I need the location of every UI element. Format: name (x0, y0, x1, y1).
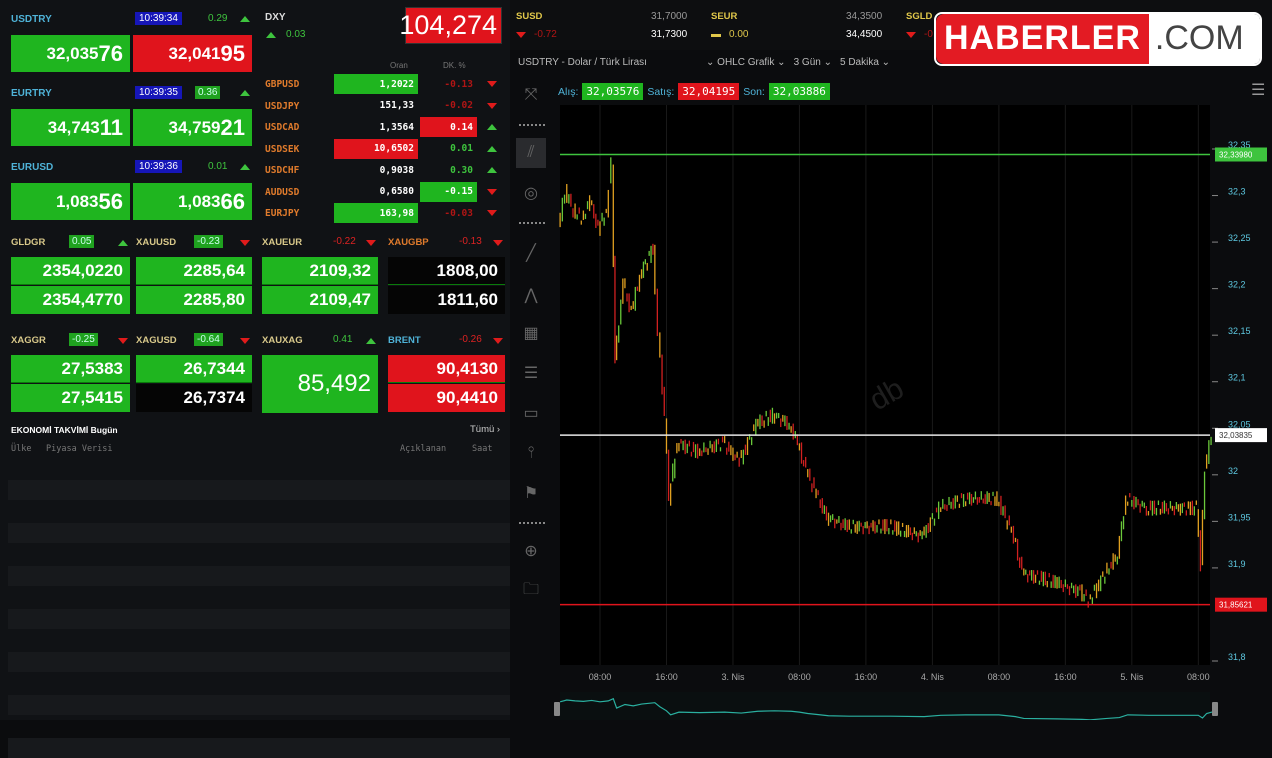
y-tick-label: 31,8 (1228, 652, 1246, 662)
y-tick-label: 31,9 (1228, 559, 1246, 569)
y-tick-label: 32,15 (1228, 326, 1251, 336)
x-tick-label: 16:00 (655, 672, 678, 682)
navigator-handle-left[interactable] (554, 702, 560, 716)
y-tick-label: 32 (1228, 466, 1238, 476)
x-tick-label: 5. Nis (1120, 672, 1144, 682)
calendar-row (8, 738, 510, 758)
y-tick-label: 32,3 (1228, 187, 1246, 197)
y-tick-label: 32,05 (1228, 419, 1251, 429)
x-tick-label: 08:00 (788, 672, 811, 682)
y-tick-label: 32,2 (1228, 280, 1246, 290)
x-tick-label: 16:00 (1054, 672, 1077, 682)
price-level-label: 32,33980 (1219, 150, 1253, 159)
x-tick-label: 16:00 (855, 672, 878, 682)
x-tick-label: 08:00 (589, 672, 612, 682)
x-tick-label: 08:00 (1187, 672, 1210, 682)
price-chart[interactable]: 08:00 16:00 3. Nis 08:00 16:00 4. Nis 08:00 16:… (0, 0, 1272, 720)
y-tick-label: 31,95 (1228, 512, 1251, 522)
price-level-label: 31,85621 (1219, 601, 1253, 610)
x-tick-label: 08:00 (988, 672, 1011, 682)
price-level-label: 32,03835 (1219, 431, 1253, 440)
x-tick-label: 4. Nis (921, 672, 945, 682)
y-tick-label: 32,25 (1228, 233, 1251, 243)
navigator-handle-right[interactable] (1212, 702, 1218, 716)
y-tick-label: 32,1 (1228, 373, 1246, 383)
x-tick-label: 3. Nis (721, 672, 745, 682)
